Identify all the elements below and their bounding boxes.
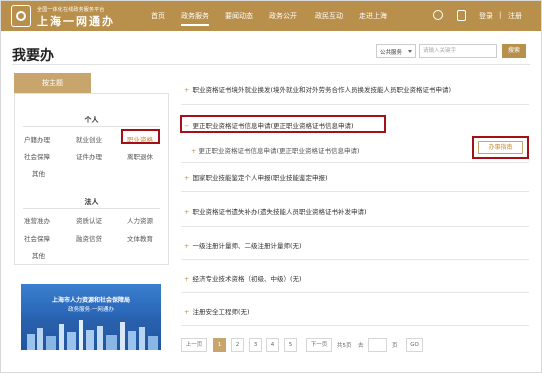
service-item[interactable]: + 注册安全工程师(无) <box>184 306 250 316</box>
tab-by-theme[interactable]: 按主题 <box>14 73 91 93</box>
login-link[interactable]: 登录 <box>479 11 493 21</box>
elder-mode-icon[interactable] <box>433 10 443 20</box>
service-label: 职业资格证书境外就业换发(境外就业和对外劳务合作人员换发技能人员职业资格证书申请… <box>192 86 452 94</box>
bullet-icon: + <box>184 242 190 250</box>
service-label: 国家职业技能鉴定个人申报(职业技能鉴定申报) <box>192 174 328 182</box>
nav-home[interactable]: 首页 <box>151 11 165 21</box>
service-item[interactable]: + 一级注册计量师、二级注册计量师(无) <box>184 240 302 250</box>
nav-about-shanghai[interactable]: 走进上海 <box>359 11 387 21</box>
row-divider <box>181 325 529 326</box>
service-type-select[interactable]: 公共服务 <box>376 44 416 58</box>
bureau-banner[interactable]: 上海市人力资源和社会保障局 政务服务·一网通办 <box>21 284 161 350</box>
bullet-icon: + <box>191 147 197 155</box>
search-button[interactable]: 搜索 <box>502 44 526 58</box>
highlight-box-guide <box>472 136 529 159</box>
page-unit-label: 页 <box>392 343 398 349</box>
highlight-box-category <box>121 129 160 144</box>
category-certification[interactable]: 资质认证 <box>76 215 102 225</box>
service-item[interactable]: + 国家职业技能鉴定个人申报(职业技能鉴定申报) <box>184 172 328 182</box>
category-employment[interactable]: 就业创业 <box>76 134 102 144</box>
bullet-icon: + <box>184 86 190 94</box>
site-header: 全国一体化在线政务服务平台 上海一网通办 首页 政务服务 要闻动态 政务公开 政… <box>1 1 541 31</box>
highlight-box-service <box>180 115 386 133</box>
personal-heading: 个人 <box>84 116 99 124</box>
city-skyline-image <box>21 316 161 350</box>
chevron-down-icon <box>408 50 412 53</box>
category-other-legal[interactable]: 其他 <box>32 250 45 260</box>
bullet-icon: + <box>184 308 190 316</box>
page-3-button[interactable]: 3 <box>249 338 262 352</box>
sub-service-label: 更正职业资格证书信息申请(更正职业资格证书信息申请) <box>198 147 360 155</box>
category-licensing[interactable]: 准营准办 <box>24 215 50 225</box>
header-separator: | <box>499 11 502 19</box>
service-item[interactable]: + 职业资格证书遗失补办(遗失技能人员职业资格证书补发申请) <box>184 206 367 216</box>
row-divider <box>181 162 529 163</box>
page-4-button[interactable]: 4 <box>266 338 279 352</box>
title-divider <box>12 64 530 65</box>
logo-icon[interactable] <box>11 5 31 27</box>
sub-service-item[interactable]: + 更正职业资格证书信息申请(更正职业资格证书信息申请) <box>191 145 360 155</box>
row-divider <box>181 191 529 192</box>
bullet-icon: + <box>184 208 190 216</box>
next-page-button[interactable]: 下一页 <box>306 338 332 352</box>
page-title: 我要办 <box>12 48 54 64</box>
service-label: 注册安全工程师(无) <box>192 308 250 316</box>
category-retirement[interactable]: 离职退休 <box>127 151 153 161</box>
service-item[interactable]: + 职业资格证书境外就业换发(境外就业和对外劳务合作人员换发技能人员职业资格证书申… <box>184 84 451 94</box>
category-household[interactable]: 户籍办理 <box>24 134 50 144</box>
total-pages: 共5页 <box>337 343 352 349</box>
register-link[interactable]: 注册 <box>508 11 522 21</box>
service-type-value: 公共服务 <box>380 50 403 56</box>
search-input[interactable] <box>419 44 497 58</box>
page-5-button[interactable]: 5 <box>284 338 297 352</box>
category-other-personal[interactable]: 其他 <box>32 168 45 178</box>
row-divider <box>181 104 529 105</box>
service-label: 经济专业技术资格（初级、中级）(无) <box>192 275 302 283</box>
service-item[interactable]: + 经济专业技术资格（初级、中级）(无) <box>184 273 302 283</box>
category-legal-social-security[interactable]: 社会保障 <box>24 233 50 243</box>
nav-government-services[interactable]: 政务服务 <box>181 11 209 26</box>
logo-subtitle: 全国一体化在线政务服务平台 <box>37 7 105 13</box>
row-divider <box>181 259 529 260</box>
page-1-button[interactable]: 1 <box>213 338 226 352</box>
category-social-security[interactable]: 社会保障 <box>24 151 50 161</box>
bullet-icon: + <box>184 174 190 182</box>
page-number-input[interactable] <box>368 338 387 352</box>
service-label: 职业资格证书遗失补办(遗失技能人员职业资格证书补发申请) <box>192 208 367 216</box>
page-2-button[interactable]: 2 <box>231 338 244 352</box>
legal-divider <box>23 208 160 209</box>
legal-heading: 法人 <box>84 198 99 206</box>
go-button[interactable]: GO <box>406 338 423 352</box>
row-divider <box>181 226 529 227</box>
banner-subtitle: 政务服务·一网通办 <box>68 307 114 313</box>
banner-title: 上海市人力资源和社会保障局 <box>51 297 130 304</box>
row-divider <box>181 292 529 293</box>
mobile-icon[interactable] <box>457 10 466 21</box>
nav-interaction[interactable]: 政民互动 <box>315 11 343 21</box>
category-financing[interactable]: 融资信贷 <box>76 233 102 243</box>
category-certificates[interactable]: 证件办理 <box>76 151 102 161</box>
category-human-resources[interactable]: 人力资源 <box>127 215 153 225</box>
prev-page-button[interactable]: 上一页 <box>181 338 207 352</box>
service-label: 一级注册计量师、二级注册计量师(无) <box>192 242 302 250</box>
logo-title[interactable]: 上海一网通办 <box>37 13 115 29</box>
theme-panel: 个人 户籍办理 就业创业 职业资格 社会保障 证件办理 离职退休 其他 法人 准… <box>14 93 169 265</box>
category-culture-education[interactable]: 文体教育 <box>127 233 153 243</box>
personal-divider <box>23 126 160 127</box>
nav-gov-affairs[interactable]: 政务公开 <box>269 11 297 21</box>
goto-label: 去 <box>358 343 364 349</box>
nav-news[interactable]: 要闻动态 <box>225 11 253 21</box>
bullet-icon: + <box>184 275 190 283</box>
